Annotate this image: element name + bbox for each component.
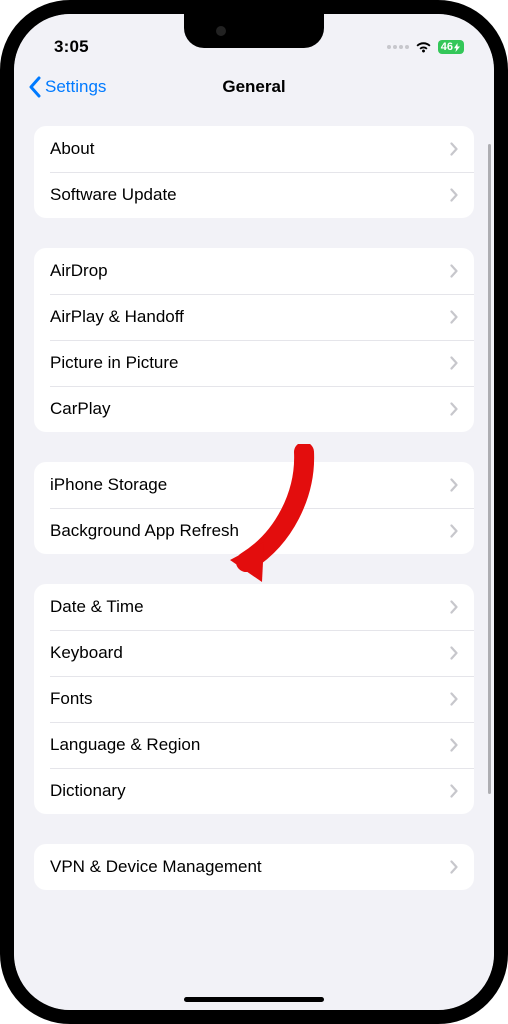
row-airplay-handoff[interactable]: AirPlay & Handoff: [34, 294, 474, 340]
battery-level: 46: [441, 41, 453, 53]
row-label: AirPlay & Handoff: [50, 307, 184, 327]
row-label: Software Update: [50, 185, 177, 205]
chevron-right-icon: [450, 692, 458, 706]
camera-dot: [216, 26, 226, 36]
page-title: General: [222, 77, 285, 97]
row-about[interactable]: About: [34, 126, 474, 172]
row-keyboard[interactable]: Keyboard: [34, 630, 474, 676]
scroll-indicator[interactable]: [488, 144, 491, 794]
row-language-region[interactable]: Language & Region: [34, 722, 474, 768]
chevron-right-icon: [450, 524, 458, 538]
row-label: Fonts: [50, 689, 93, 709]
chevron-right-icon: [450, 188, 458, 202]
status-time: 3:05: [54, 37, 89, 57]
row-label: Language & Region: [50, 735, 200, 755]
chevron-right-icon: [450, 402, 458, 416]
status-indicators: 46: [387, 40, 464, 54]
chevron-right-icon: [450, 356, 458, 370]
chevron-right-icon: [450, 784, 458, 798]
row-airdrop[interactable]: AirDrop: [34, 248, 474, 294]
row-label: AirDrop: [50, 261, 108, 281]
chevron-right-icon: [450, 264, 458, 278]
row-date-time[interactable]: Date & Time: [34, 584, 474, 630]
row-label: VPN & Device Management: [50, 857, 262, 877]
settings-group: Date & Time Keyboard Fonts Language & Regio…: [34, 584, 474, 814]
wifi-icon: [415, 41, 432, 53]
nav-bar: Settings General: [14, 64, 494, 110]
settings-group: VPN & Device Management: [34, 844, 474, 890]
chevron-right-icon: [450, 310, 458, 324]
row-label: Date & Time: [50, 597, 144, 617]
row-label: Dictionary: [50, 781, 126, 801]
chevron-left-icon: [28, 76, 41, 98]
settings-group: AirDrop AirPlay & Handoff Picture in Pictu…: [34, 248, 474, 432]
settings-group: iPhone Storage Background App Refresh: [34, 462, 474, 554]
chevron-right-icon: [450, 646, 458, 660]
settings-group: About Software Update: [34, 126, 474, 218]
row-background-app-refresh[interactable]: Background App Refresh: [34, 508, 474, 554]
row-label: Background App Refresh: [50, 521, 239, 541]
row-label: iPhone Storage: [50, 475, 167, 495]
back-label: Settings: [45, 77, 106, 97]
content[interactable]: About Software Update AirDrop AirPlay & Han…: [14, 110, 494, 1006]
phone-frame: 3:05 46 Settings Gene: [0, 0, 508, 1024]
screen: 3:05 46 Settings Gene: [14, 14, 494, 1010]
row-label: About: [50, 139, 94, 159]
row-iphone-storage[interactable]: iPhone Storage: [34, 462, 474, 508]
row-label: CarPlay: [50, 399, 110, 419]
chevron-right-icon: [450, 738, 458, 752]
row-label: Picture in Picture: [50, 353, 179, 373]
row-carplay[interactable]: CarPlay: [34, 386, 474, 432]
cellular-dots-icon: [387, 45, 409, 49]
notch: [184, 14, 324, 48]
row-fonts[interactable]: Fonts: [34, 676, 474, 722]
row-picture-in-picture[interactable]: Picture in Picture: [34, 340, 474, 386]
chevron-right-icon: [450, 142, 458, 156]
row-software-update[interactable]: Software Update: [34, 172, 474, 218]
home-indicator[interactable]: [184, 997, 324, 1002]
chevron-right-icon: [450, 478, 458, 492]
chevron-right-icon: [450, 600, 458, 614]
chevron-right-icon: [450, 860, 458, 874]
battery-icon: 46: [438, 40, 464, 54]
row-dictionary[interactable]: Dictionary: [34, 768, 474, 814]
row-vpn-device-management[interactable]: VPN & Device Management: [34, 844, 474, 890]
row-label: Keyboard: [50, 643, 123, 663]
back-button[interactable]: Settings: [28, 76, 106, 98]
